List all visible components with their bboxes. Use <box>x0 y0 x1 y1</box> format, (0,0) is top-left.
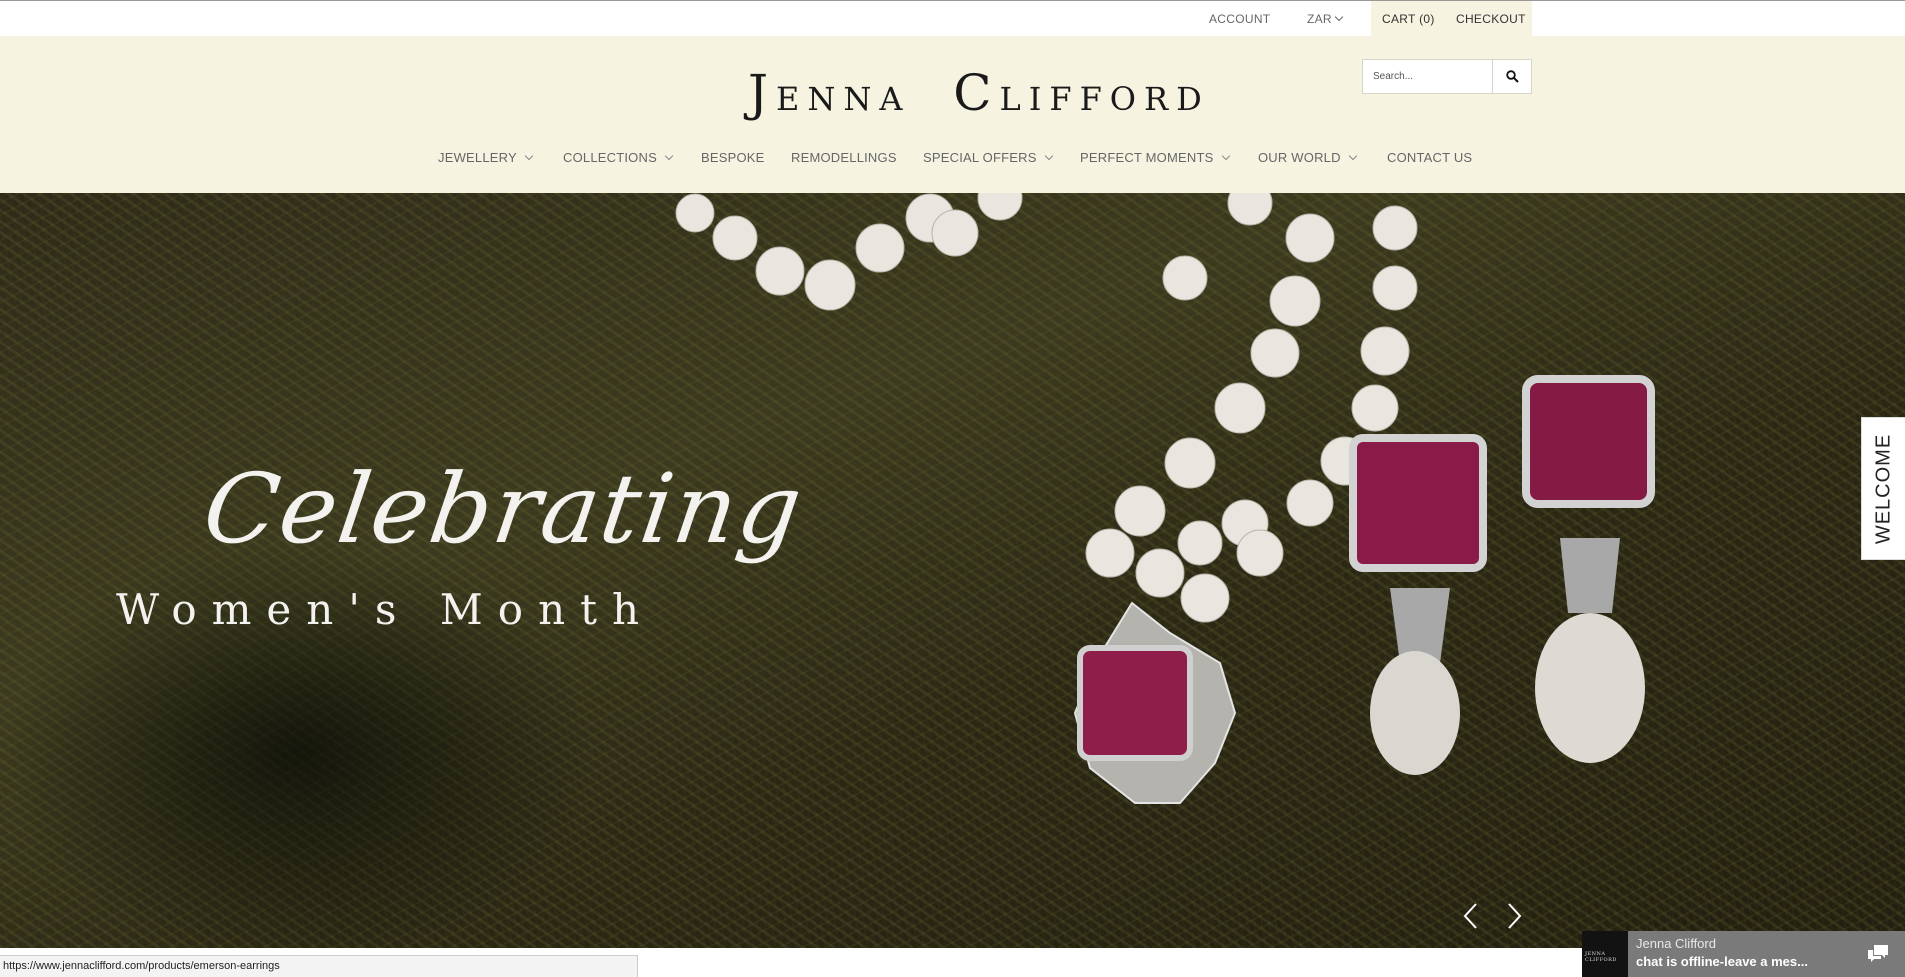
chevron-down-icon <box>1334 12 1344 22</box>
welcome-tab[interactable]: WELCOME <box>1861 417 1905 560</box>
chevron-right-icon <box>1508 903 1522 929</box>
chevron-down-icon <box>524 151 534 161</box>
nav-item-perfect-moments[interactable]: PERFECT MOMENTS <box>1080 150 1230 165</box>
hero-title: Women's Month <box>116 585 655 634</box>
chat-status-message: chat is offline-leave a mes... <box>1636 954 1808 969</box>
chat-open-button[interactable] <box>1847 931 1905 977</box>
hero-script-heading: Celebrating <box>197 453 810 565</box>
status-bar-url: https://www.jennaclifford.com/products/e… <box>0 955 638 977</box>
checkout-link[interactable]: CHECKOUT <box>1456 1 1526 37</box>
brand-logo[interactable]: JENNA CLIFFORD <box>748 68 1202 118</box>
nav-item-label: BESPOKE <box>701 150 765 165</box>
chat-logo-thumbnail: JENNA CLIFFORD <box>1582 931 1628 977</box>
search-button[interactable] <box>1492 60 1532 93</box>
nav-item-special-offers[interactable]: SPECIAL OFFERS <box>923 150 1053 165</box>
nav-item-label: COLLECTIONS <box>563 150 657 165</box>
currency-label: ZAR <box>1307 12 1332 26</box>
nav-item-remodellings[interactable]: REMODELLINGS <box>791 150 897 165</box>
nav-item-our-world[interactable]: OUR WORLD <box>1258 150 1357 165</box>
chevron-left-icon <box>1463 903 1477 929</box>
chevron-down-icon <box>1221 151 1230 161</box>
currency-selector[interactable]: ZAR <box>1307 1 1344 37</box>
utility-bar: ACCOUNT ZAR CART (0) CHECKOUT <box>0 0 1905 37</box>
search-icon <box>1506 70 1519 83</box>
chevron-down-icon <box>664 151 674 161</box>
nav-item-contact-us[interactable]: CONTACT US <box>1387 150 1472 165</box>
main-nav: JEWELLERY COLLECTIONS BESPOKE REMODELLIN… <box>0 150 1905 170</box>
nav-item-label: JEWELLERY <box>438 150 517 165</box>
nav-item-label: PERFECT MOMENTS <box>1080 150 1214 165</box>
slider-next-button[interactable] <box>1503 901 1525 931</box>
hero-banner[interactable]: Celebrating Women's Month <box>0 193 1905 948</box>
chat-widget[interactable]: JENNA CLIFFORD Jenna Clifford chat is of… <box>1582 931 1905 977</box>
chat-bubbles-icon <box>1868 945 1888 962</box>
nav-item-jewellery[interactable]: JEWELLERY <box>438 150 534 165</box>
slider-prev-button[interactable] <box>1460 901 1482 931</box>
nav-item-label: CONTACT US <box>1387 150 1473 165</box>
chevron-down-icon <box>1044 151 1053 161</box>
nav-item-collections[interactable]: COLLECTIONS <box>563 150 674 165</box>
search-box <box>1362 59 1532 94</box>
search-input[interactable] <box>1363 60 1491 93</box>
chat-agent-name: Jenna Clifford <box>1636 936 1716 951</box>
nav-item-label: OUR WORLD <box>1258 150 1341 165</box>
cart-link[interactable]: CART (0) <box>1382 1 1435 37</box>
jewellery-illustration <box>675 193 1655 804</box>
welcome-tab-label: WELCOME <box>1872 433 1894 544</box>
chevron-down-icon <box>1348 151 1357 161</box>
nav-item-label: SPECIAL OFFERS <box>923 150 1037 165</box>
account-link[interactable]: ACCOUNT <box>1209 1 1270 37</box>
nav-item-bespoke[interactable]: BESPOKE <box>701 150 765 165</box>
nav-item-label: REMODELLINGS <box>791 150 897 165</box>
chat-logo-text: JENNA CLIFFORD <box>1585 951 1617 963</box>
